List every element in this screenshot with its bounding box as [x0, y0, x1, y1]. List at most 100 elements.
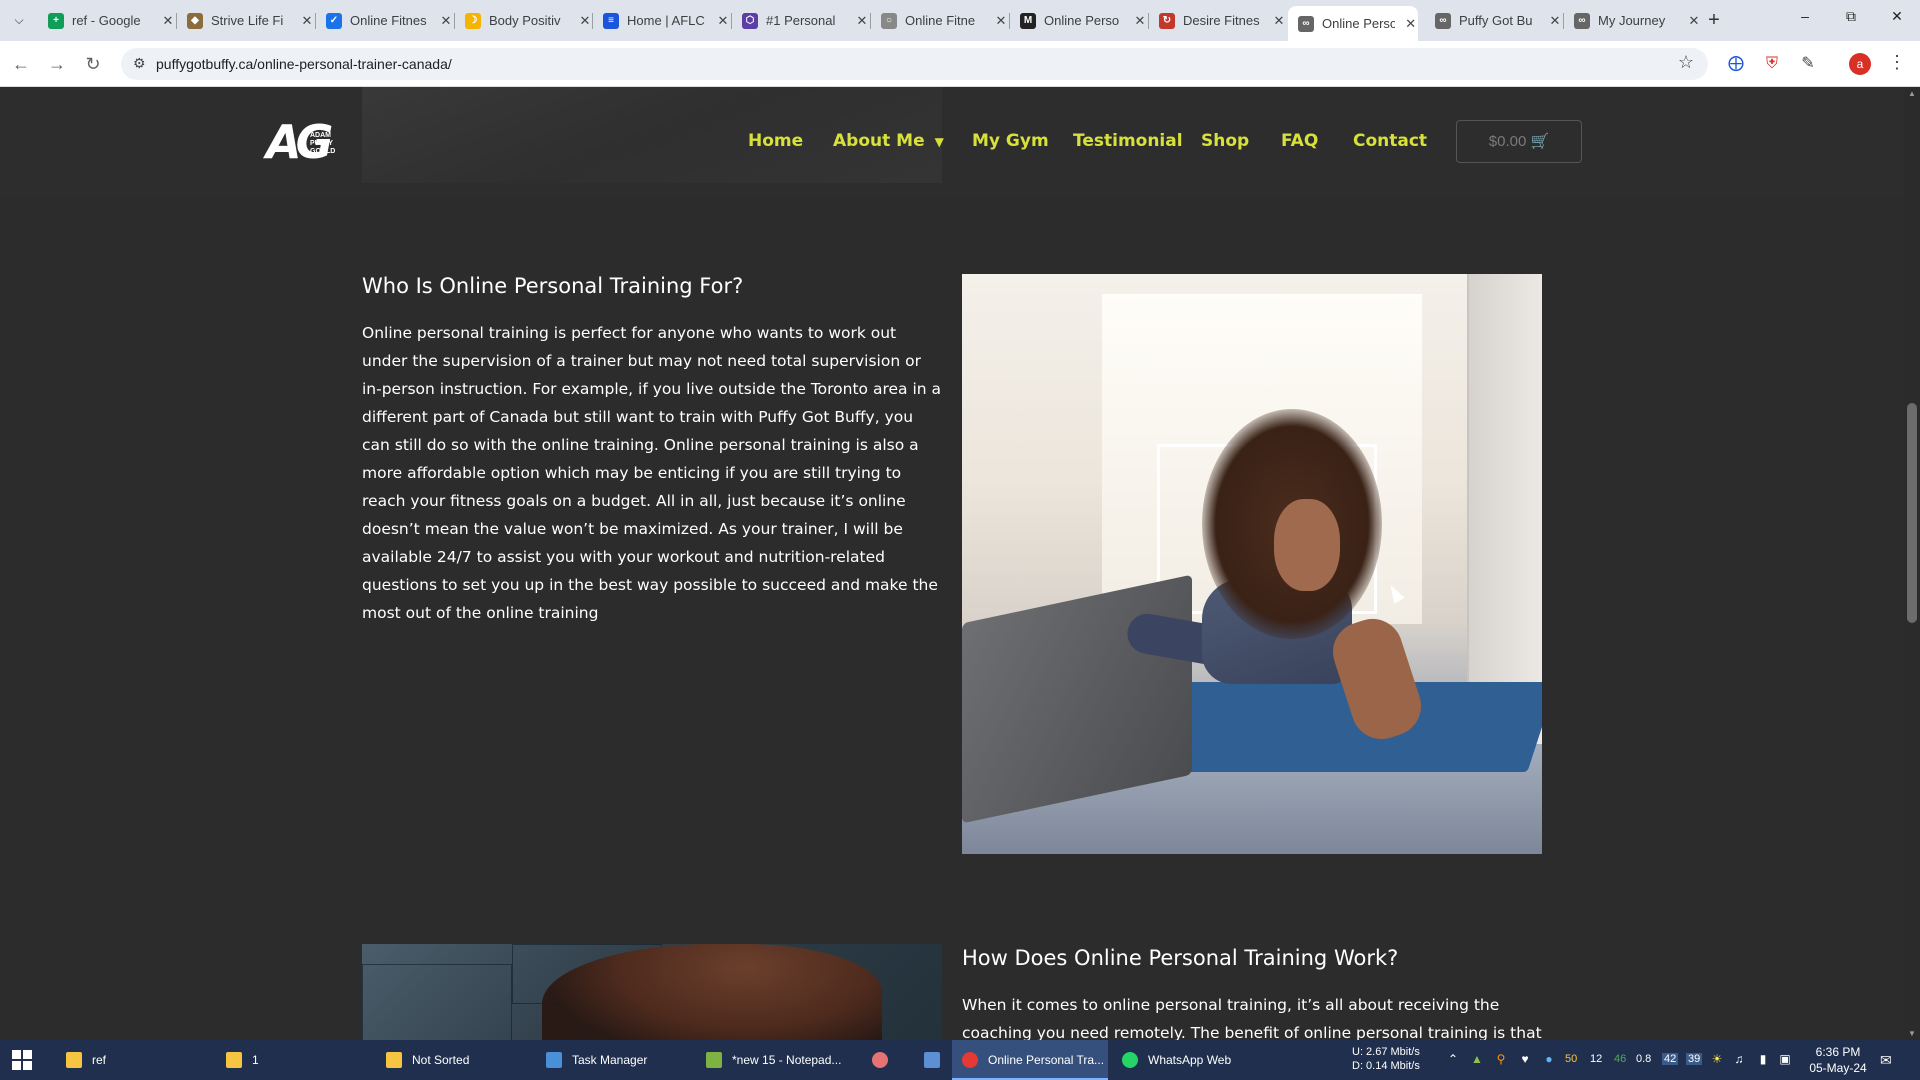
tab-9[interactable]: ↻ Desire Fitnes ✕: [1149, 6, 1287, 35]
notification-icon[interactable]: ✉: [1880, 1052, 1892, 1069]
taskbar-item-document[interactable]: [914, 1040, 944, 1080]
cart-button[interactable]: $0.00 🛒: [1456, 120, 1582, 163]
nav-about-me[interactable]: About Me ▼: [833, 131, 944, 151]
nav-home[interactable]: Home: [748, 131, 803, 151]
close-icon[interactable]: ✕: [299, 13, 315, 29]
nav-testimonial[interactable]: Testimonial: [1073, 131, 1183, 151]
battery-icon[interactable]: ▮: [1754, 1052, 1772, 1066]
web-page: AG ADAM PUFFY GOULD Home About Me ▼ My Gym …: [0, 87, 1904, 1040]
tab-1[interactable]: + ref - Google ✕: [38, 6, 176, 35]
taskbar-item-app[interactable]: [862, 1040, 892, 1080]
volume-icon[interactable]: ♫: [1730, 1052, 1748, 1066]
start-windows-icon[interactable]: [12, 1050, 32, 1070]
close-icon[interactable]: ✕: [993, 13, 1009, 29]
tab-12[interactable]: ∞ My Journey ✕: [1564, 6, 1702, 35]
m-icon: M: [1020, 12, 1036, 29]
page-scrollbar[interactable]: ▲ ▼: [1904, 87, 1920, 1040]
taskbar-item-chrome[interactable]: Online Personal Tra...: [952, 1040, 1108, 1080]
restore-button[interactable]: ⧉: [1836, 8, 1866, 25]
tab-10-active[interactable]: ∞ Online Perso ✕: [1288, 6, 1418, 41]
reload-button[interactable]: ↻: [80, 51, 106, 77]
section-title: Who Is Online Personal Training For?: [362, 274, 744, 298]
tab-4[interactable]: ☽ Body Positiv ✕: [455, 6, 593, 35]
extension-icon[interactable]: ⨁: [1725, 53, 1747, 75]
site-header: AG ADAM PUFFY GOULD Home About Me ▼ My Gym …: [0, 87, 1904, 197]
tab-search-icon[interactable]: ⌵: [6, 8, 32, 32]
browser-menu-icon[interactable]: ⋮: [1888, 52, 1906, 73]
taskbar-item-not-sorted[interactable]: Not Sorted: [376, 1040, 532, 1080]
woman-planking-laptop-image: [962, 274, 1542, 854]
taskbar-item-ref[interactable]: ref: [56, 1040, 212, 1080]
tab-11[interactable]: ∞ Puffy Got Bu ✕: [1425, 6, 1563, 35]
nav-contact[interactable]: Contact: [1353, 131, 1427, 151]
tab-6[interactable]: ⬡ #1 Personal ✕: [732, 6, 870, 35]
close-icon[interactable]: ✕: [1547, 13, 1563, 29]
tray-heart-icon[interactable]: ♥: [1516, 1052, 1534, 1066]
network-icon[interactable]: ▣: [1776, 1052, 1794, 1066]
shield-extension-icon[interactable]: ⛨: [1761, 53, 1783, 75]
runner-icon: ∞: [1574, 12, 1590, 29]
close-icon[interactable]: ✕: [1403, 16, 1418, 32]
shield-icon: ◆: [187, 12, 203, 29]
loading-icon: ↻: [1159, 12, 1175, 29]
close-icon[interactable]: ✕: [438, 13, 454, 29]
close-window-button[interactable]: ✕: [1882, 8, 1912, 25]
close-icon[interactable]: ✕: [577, 13, 593, 29]
tab-8[interactable]: M Online Perso ✕: [1010, 6, 1148, 35]
section-body-text-2: When it comes to online personal trainin…: [962, 996, 1542, 1040]
taskbar-item-whatsapp[interactable]: WhatsApp Web: [1112, 1040, 1268, 1080]
tab-5[interactable]: ≡ Home | AFLC ✕: [593, 6, 731, 35]
runner-icon: ∞: [1435, 12, 1451, 29]
close-icon[interactable]: ✕: [1686, 13, 1702, 29]
scroll-down-icon[interactable]: ▼: [1908, 1029, 1916, 1038]
moon-icon: ☽: [465, 12, 481, 29]
browser-toolbar: ← → ↻ ⚙ puffygotbuffy.ca/online-personal…: [0, 41, 1920, 87]
new-tab-button[interactable]: +: [1702, 9, 1726, 31]
taskbar-item-notepad[interactable]: *new 15 - Notepad...: [696, 1040, 852, 1080]
circle-icon: ○: [881, 12, 897, 29]
minimize-button[interactable]: –: [1790, 8, 1820, 24]
tab-7[interactable]: ○ Online Fitne ✕: [871, 6, 1009, 35]
chevron-down-icon: ▼: [934, 135, 944, 149]
nav-faq[interactable]: FAQ: [1281, 131, 1318, 151]
close-icon[interactable]: ✕: [854, 13, 870, 29]
search-icon[interactable]: ⚲: [1492, 1052, 1510, 1066]
scrollbar-thumb[interactable]: [1907, 403, 1917, 623]
hexagon-icon: ⬡: [742, 12, 758, 29]
tab-3[interactable]: ✓ Online Fitnes ✕: [316, 6, 454, 35]
address-bar[interactable]: ⚙ puffygotbuffy.ca/online-personal-train…: [121, 48, 1708, 80]
forward-button[interactable]: →: [44, 51, 70, 77]
network-speed: U: 2.67 Mbit/s D: 0.14 Mbit/s: [1352, 1046, 1420, 1072]
scroll-up-icon[interactable]: ▲: [1908, 89, 1916, 98]
clock[interactable]: 6:36 PM 05-May-24: [1798, 1044, 1878, 1076]
windows-taskbar: ref 1 Not Sorted Task Manager *new 15 - …: [0, 1040, 1920, 1080]
list-icon: ≡: [603, 12, 619, 29]
tray-sun-icon[interactable]: ☀: [1708, 1052, 1726, 1066]
folder-icon: [66, 1052, 82, 1068]
extensions-puzzle-icon[interactable]: ✎: [1797, 53, 1819, 75]
close-icon[interactable]: ✕: [1271, 13, 1287, 29]
profile-avatar[interactable]: a: [1849, 53, 1871, 75]
taskbar-item-task-manager[interactable]: Task Manager: [536, 1040, 692, 1080]
close-icon[interactable]: ✕: [160, 13, 176, 29]
runner-icon: ∞: [1298, 15, 1314, 32]
close-icon[interactable]: ✕: [1132, 13, 1148, 29]
sheets-icon: +: [48, 12, 64, 29]
tray-globe-icon[interactable]: ●: [1540, 1052, 1558, 1066]
close-icon[interactable]: ✕: [715, 13, 731, 29]
taskbar-item-1[interactable]: 1: [216, 1040, 372, 1080]
tab-strip: ⌵ + ref - Google ✕ ◆ Strive Life Fi ✕ ✓ Onlin…: [0, 0, 1920, 41]
url-text[interactable]: puffygotbuffy.ca/online-personal-trainer…: [156, 56, 452, 72]
app-icon: [872, 1052, 888, 1068]
document-icon: [924, 1052, 940, 1068]
site-info-icon[interactable]: ⚙: [133, 55, 146, 72]
section-title-2: How Does Online Personal Training Work?: [962, 946, 1399, 970]
bookmark-star-icon[interactable]: ☆: [1678, 52, 1694, 73]
tray-chevron-icon[interactable]: ⌃: [1444, 1052, 1462, 1066]
tab-2[interactable]: ◆ Strive Life Fi ✕: [177, 6, 315, 35]
nav-shop[interactable]: Shop: [1201, 131, 1249, 151]
tray-app-icon[interactable]: ▲: [1468, 1052, 1486, 1066]
nav-my-gym[interactable]: My Gym: [972, 131, 1049, 151]
back-button[interactable]: ←: [8, 51, 34, 77]
site-logo[interactable]: AG ADAM PUFFY GOULD: [266, 114, 344, 170]
